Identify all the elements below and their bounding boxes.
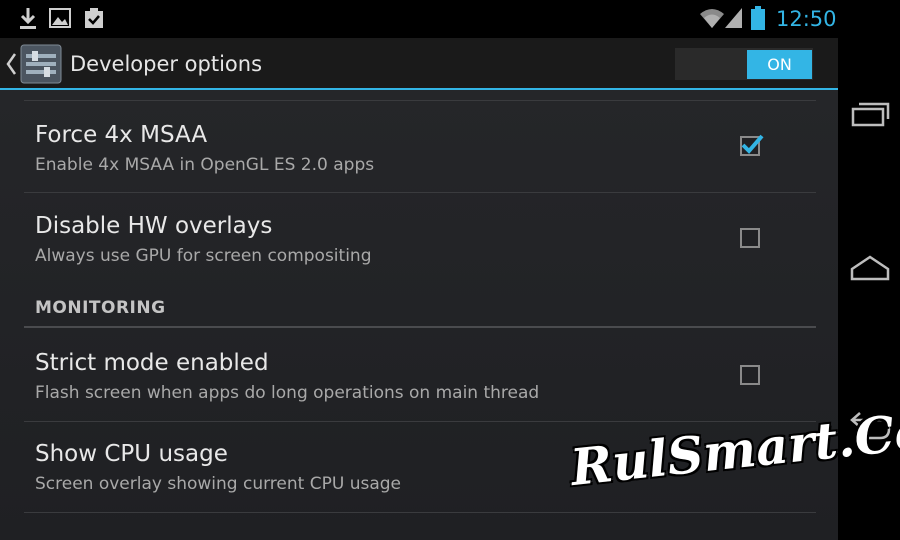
setting-summary: Flash screen when apps do long operation… — [35, 383, 540, 403]
setting-title: Disable HW overlays — [35, 213, 273, 239]
wifi-icon — [699, 7, 725, 33]
switch-on-label[interactable]: ON — [747, 50, 812, 79]
battery-icon — [750, 5, 766, 35]
row-divider — [24, 512, 816, 513]
up-caret-icon[interactable] — [5, 52, 17, 80]
setting-title: Force 4x MSAA — [35, 122, 208, 148]
settings-app-icon[interactable] — [20, 44, 62, 88]
setting-force-4x-msaa[interactable]: Force 4x MSAA Enable 4x MSAA in OpenGL E… — [24, 101, 816, 191]
setting-disable-hw-overlays[interactable]: Disable HW overlays Always use GPU for s… — [24, 193, 816, 283]
section-divider — [24, 326, 816, 328]
status-bar: 12:50 — [0, 0, 838, 38]
setting-strict-mode[interactable]: Strict mode enabled Flash screen when ap… — [24, 330, 816, 420]
setting-summary: Screen overlay showing current CPU usage — [35, 474, 401, 494]
download-icon — [17, 6, 39, 34]
home-icon[interactable] — [850, 253, 890, 287]
status-time: 12:50 — [776, 7, 837, 31]
recent-apps-icon[interactable] — [850, 98, 890, 132]
page-title: Developer options — [70, 52, 263, 76]
section-header-monitoring: MONITORING — [35, 298, 166, 318]
checkbox-checked[interactable] — [740, 134, 764, 156]
checkbox-unchecked[interactable] — [740, 365, 760, 385]
setting-summary: Enable 4x MSAA in OpenGL ES 2.0 apps — [35, 155, 375, 175]
checkbox-unchecked[interactable] — [740, 228, 760, 248]
setting-title: Show CPU usage — [35, 441, 228, 467]
signal-icon — [724, 7, 744, 33]
setting-summary: Always use GPU for screen compositing — [35, 246, 372, 266]
clipboard-check-icon — [82, 6, 106, 34]
setting-title: Strict mode enabled — [35, 350, 269, 376]
image-icon — [48, 6, 72, 34]
